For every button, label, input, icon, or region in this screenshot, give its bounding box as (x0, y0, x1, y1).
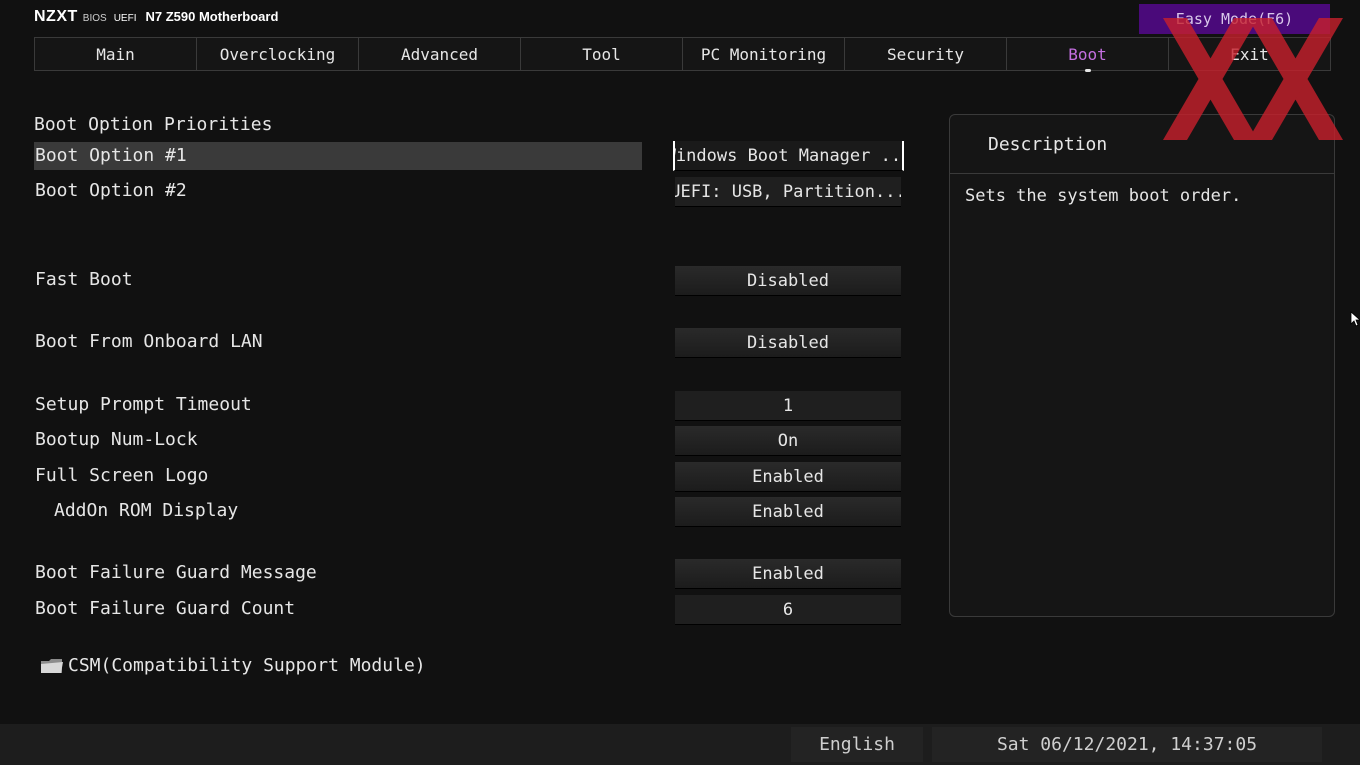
boot-option-1-value[interactable]: Windows Boot Manager ... (673, 141, 904, 171)
main-tab-bar: Main Overclocking Advanced Tool PC Monit… (34, 37, 1331, 72)
boot-option-2-label[interactable]: Boot Option #2 (35, 177, 187, 205)
boot-failure-guard-message-label[interactable]: Boot Failure Guard Message (35, 559, 317, 587)
csm-submenu[interactable]: CSM(Compatibility Support Module) (40, 655, 426, 676)
boot-failure-guard-count-value[interactable]: 6 (675, 595, 901, 625)
bootup-num-lock-label[interactable]: Bootup Num-Lock (35, 426, 198, 454)
uefi-label: UEFI (113, 13, 137, 24)
boot-option-1-label[interactable]: Boot Option #1 (34, 142, 642, 170)
language-selector[interactable]: English (791, 727, 923, 762)
tab-main[interactable]: Main (35, 38, 197, 70)
full-screen-logo-value[interactable]: Enabled (675, 462, 901, 492)
tab-security[interactable]: Security (845, 38, 1007, 70)
description-panel: Description Sets the system boot order. (949, 114, 1335, 617)
motherboard-model: N7 Z590 Motherboard (145, 9, 279, 24)
full-screen-logo-label[interactable]: Full Screen Logo (35, 462, 208, 490)
bootup-num-lock-value[interactable]: On (675, 426, 901, 456)
fast-boot-value[interactable]: Disabled (675, 266, 901, 296)
folder-icon (40, 657, 64, 675)
bios-label: BIOS (82, 13, 107, 24)
description-title: Description (950, 115, 1334, 174)
boot-failure-guard-count-label[interactable]: Boot Failure Guard Count (35, 595, 295, 623)
easy-mode-button[interactable]: Easy Mode(F6) (1139, 4, 1330, 34)
tab-tool[interactable]: Tool (521, 38, 683, 70)
system-datetime: Sat 06/12/2021, 14:37:05 (932, 727, 1322, 762)
description-text: Sets the system boot order. (965, 186, 1242, 206)
boot-from-onboard-lan-label[interactable]: Boot From Onboard LAN (35, 328, 263, 356)
status-footer: English Sat 06/12/2021, 14:37:05 (0, 724, 1360, 765)
boot-from-onboard-lan-value[interactable]: Disabled (675, 328, 901, 358)
tab-overclocking[interactable]: Overclocking (197, 38, 359, 70)
csm-label: CSM(Compatibility Support Module) (68, 655, 426, 676)
boot-failure-guard-message-value[interactable]: Enabled (675, 559, 901, 589)
boot-option-priorities-heading: Boot Option Priorities (34, 114, 273, 135)
tab-boot[interactable]: Boot (1007, 38, 1169, 72)
nzxt-logo: NZXT (34, 8, 78, 25)
boot-option-2-value[interactable]: UEFI: USB, Partition... (675, 177, 901, 207)
addon-rom-display-label[interactable]: AddOn ROM Display (54, 497, 238, 525)
fast-boot-label[interactable]: Fast Boot (35, 266, 133, 294)
setup-prompt-timeout-value[interactable]: 1 (675, 391, 901, 421)
brand-header: NZXT BIOS UEFI N7 Z590 Motherboard (34, 8, 278, 30)
mouse-cursor-icon (1350, 311, 1360, 327)
setup-prompt-timeout-label[interactable]: Setup Prompt Timeout (35, 391, 252, 419)
addon-rom-display-value[interactable]: Enabled (675, 497, 901, 527)
tab-pc-monitoring[interactable]: PC Monitoring (683, 38, 845, 70)
tab-exit[interactable]: Exit (1169, 38, 1330, 70)
tab-advanced[interactable]: Advanced (359, 38, 521, 70)
